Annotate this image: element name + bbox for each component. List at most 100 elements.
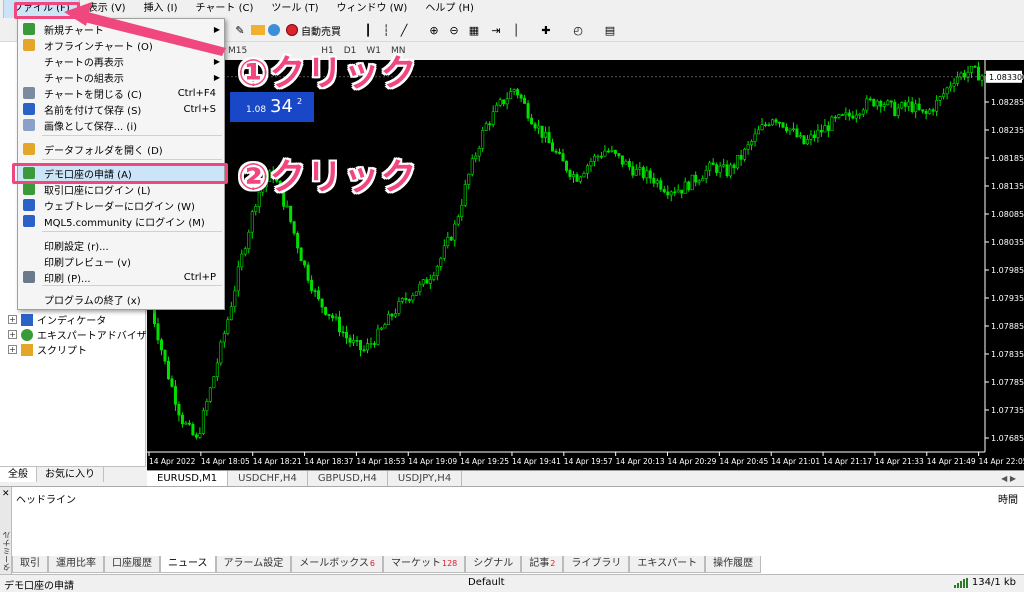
candle-bull (428, 279, 432, 284)
candle-bull (945, 87, 949, 95)
tree-item-scripts[interactable]: + スクリプト (8, 342, 147, 357)
headline-column[interactable]: ヘッドライン (16, 491, 76, 506)
menu-item-offline-chart[interactable]: オフラインチャート (O) (18, 37, 224, 53)
candle-bear (795, 128, 799, 138)
menu-help[interactable]: ヘルプ (H) (416, 0, 483, 18)
clock-icon[interactable]: ◴ (570, 22, 586, 38)
candle-bear (784, 126, 788, 132)
mt4-window: ファイル (F) 表示 (V) 挿入 (I) チャート (C) ツール (T) … (0, 0, 1024, 592)
chart-shift-icon[interactable]: │ (508, 22, 524, 38)
menu-item-label: 印刷設定 (r)... (44, 241, 109, 253)
candle-chart-icon[interactable]: ┆ (378, 22, 394, 38)
globe-icon[interactable] (266, 22, 282, 38)
terminal-tab[interactable]: 取引 (12, 556, 48, 573)
menu-item-close-chart[interactable]: チャートを閉じる (C) Ctrl+F4 (18, 85, 224, 101)
menu-item-login-mql5[interactable]: MQL5.community にログイン (M) (18, 213, 224, 229)
candle-bear (620, 155, 624, 165)
menu-view[interactable]: 表示 (V) (79, 0, 135, 18)
candle-bear (802, 135, 806, 145)
candle-bear (317, 290, 321, 300)
menu-item-print-preview[interactable]: 印刷プレビュー (v) (18, 253, 224, 269)
expand-icon[interactable]: + (8, 345, 17, 354)
terminal-tab-label: 運用比率 (56, 558, 96, 569)
one-click-price-panel[interactable]: 1.08 34 2 (230, 92, 314, 122)
bar-chart-icon[interactable]: ┃ (360, 22, 376, 38)
menu-item-print-setup[interactable]: 印刷設定 (r)... (18, 237, 224, 253)
template-icon[interactable]: ▤ (602, 22, 618, 38)
candle-bear (872, 98, 876, 107)
terminal-tab[interactable]: 口座履歴 (104, 556, 160, 573)
scroll-arrows[interactable]: ◀ ▶ (1001, 471, 1016, 486)
candle-bear (599, 155, 603, 158)
candle-bull (247, 231, 251, 250)
terminal-tab[interactable]: 記事2 (521, 556, 564, 573)
chart-tab-usdjpy[interactable]: USDJPY,H4 (388, 471, 463, 486)
autotrade-button[interactable]: 自動売買 (282, 21, 345, 39)
candle-bull (463, 184, 467, 206)
terminal-tab[interactable]: エキスパート (629, 556, 706, 573)
x-tick-label: 14 Apr 19:25 (460, 457, 509, 466)
menu-chart[interactable]: チャート (C) (187, 0, 263, 18)
menu-item-login-webtrader[interactable]: ウェブトレーダーにログイン (W) (18, 197, 224, 213)
chart-tab-eurusd[interactable]: EURUSD,M1 (147, 471, 229, 486)
terminal-tab[interactable]: 運用比率 (48, 556, 104, 573)
candle-bear (715, 164, 719, 173)
candle-bear (341, 331, 345, 334)
pencil-icon[interactable]: ✎ (232, 22, 248, 38)
menu-item-new-chart[interactable]: 新規チャート ▶ (18, 21, 224, 37)
menu-insert[interactable]: 挿入 (I) (135, 0, 187, 18)
menu-item-label: ウェブトレーダーにログイン (W) (44, 201, 195, 213)
chart-tab-usdchf[interactable]: USDCHF,H4 (228, 471, 308, 486)
menu-tools[interactable]: ツール (T) (262, 0, 327, 18)
menu-item-print[interactable]: 印刷 (P)... Ctrl+P (18, 269, 224, 285)
expand-icon[interactable]: + (8, 315, 17, 324)
tab-general[interactable]: 全般 (0, 467, 37, 482)
menu-item-open-data-folder[interactable]: データフォルダを開く (D) (18, 141, 224, 157)
candle-bear (851, 115, 855, 119)
autoscroll-icon[interactable]: ⇥ (488, 22, 504, 38)
terminal-tab-label: 記事 (529, 558, 550, 569)
terminal-tab-label: エキスパート (637, 558, 698, 569)
tab-favorites[interactable]: お気に入り (37, 467, 104, 482)
menu-item-refresh-chart[interactable]: チャートの再表示 ▶ (18, 53, 224, 69)
terminal-tab[interactable]: ニュース (160, 556, 216, 573)
zoom-out-icon[interactable]: ⊖ (446, 22, 462, 38)
candle-bull (907, 101, 911, 107)
terminal-tab-label: メールボックス (299, 558, 369, 569)
candle-bull (708, 162, 712, 171)
zoom-in-icon[interactable]: ⊕ (426, 22, 442, 38)
terminal-tab[interactable]: メールボックス6 (291, 556, 383, 573)
indicator-add-icon[interactable]: ✚ (538, 22, 554, 38)
tile-windows-icon[interactable]: ▦ (466, 22, 482, 38)
menu-item-chart-group[interactable]: チャートの組表示 ▶ (18, 69, 224, 85)
menu-item-save-as[interactable]: 名前を付けて保存 (S) Ctrl+S (18, 101, 224, 117)
menu-window[interactable]: ウィンドウ (W) (327, 0, 416, 18)
candle-bull (491, 111, 495, 125)
time-column[interactable]: 時間 (998, 491, 1018, 506)
traffic-text: 134/1 kb (971, 577, 1016, 588)
menu-item-exit[interactable]: プログラムの終了 (x) (18, 291, 224, 307)
line-chart-icon[interactable]: ╱ (396, 22, 412, 38)
x-tick-label: 14 Apr 19:57 (564, 457, 613, 466)
candle-bull (376, 328, 380, 345)
folder-icon[interactable] (250, 22, 266, 38)
chart-tab-gbpusd[interactable]: GBPUSD,H4 (308, 471, 388, 486)
menu-item-shortcut: Ctrl+F4 (177, 87, 216, 99)
tree-item-experts[interactable]: + エキスパートアドバイザ (8, 327, 147, 342)
menu-item-save-image[interactable]: 画像として保存... (i) (18, 117, 224, 133)
candle-bear (868, 98, 872, 101)
menu-item-label: チャートの組表示 (44, 73, 124, 85)
expand-icon[interactable]: + (8, 330, 17, 339)
terminal-tab[interactable]: 操作履歴 (705, 556, 762, 573)
candle-bear (372, 343, 376, 345)
candle-bull (865, 98, 869, 111)
close-chart-icon (18, 87, 40, 99)
terminal-tab[interactable]: ライブラリ (563, 556, 630, 573)
terminal-tab[interactable]: マーケット128 (383, 556, 466, 573)
candle-bull (474, 155, 478, 159)
tree-item-indicators[interactable]: + インディケータ (8, 312, 147, 327)
terminal-tab[interactable]: シグナル (465, 556, 522, 573)
status-hint: デモ口座の申請 (4, 581, 74, 592)
close-icon[interactable]: ✕ (2, 489, 10, 499)
terminal-tab[interactable]: アラーム設定 (215, 556, 292, 573)
